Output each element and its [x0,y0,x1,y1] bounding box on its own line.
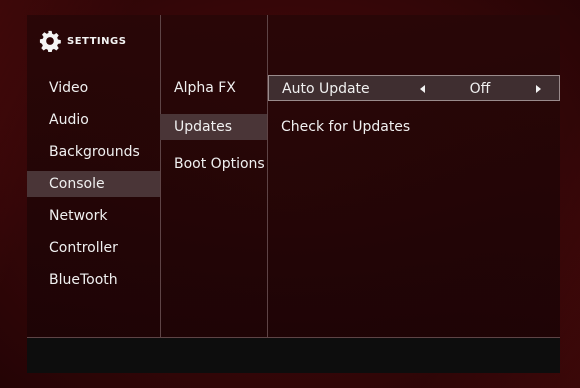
category-item-label: Controller [49,240,118,256]
subcategory-item-alpha-fx[interactable]: Alpha FX [160,75,267,101]
category-item-bluetooth[interactable]: BlueTooth [27,267,160,293]
category-item-label: Audio [49,112,89,128]
column-divider-2 [267,15,268,337]
auto-update-label: Auto Update [282,81,370,97]
arrow-left-icon[interactable] [420,85,425,93]
category-item-label: BlueTooth [49,272,118,288]
page-title: SETTINGS [67,35,127,47]
subcategory-item-label: Updates [174,119,232,135]
category-item-console[interactable]: Console [27,171,160,197]
category-item-network[interactable]: Network [27,203,160,229]
subcategory-item-label: Alpha FX [174,80,236,96]
auto-update-value: Off [469,81,491,97]
subcategory-item-label: Boot Options [174,156,265,172]
category-item-label: Video [49,80,89,96]
settings-panel: SETTINGS Video Audio Backgrounds Console… [27,15,560,373]
subcategory-item-updates[interactable]: Updates [160,114,267,140]
gear-icon [39,30,61,52]
subcategory-item-boot-options[interactable]: Boot Options [160,151,267,177]
category-item-audio[interactable]: Audio [27,107,160,133]
category-item-controller[interactable]: Controller [27,235,160,261]
category-item-backgrounds[interactable]: Backgrounds [27,139,160,165]
footer-bar [27,337,560,373]
check-for-updates-label: Check for Updates [281,119,411,135]
auto-update-option[interactable]: Auto Update Off [268,75,560,101]
check-for-updates-option[interactable]: Check for Updates [268,114,560,140]
category-item-video[interactable]: Video [27,75,160,101]
category-item-label: Network [49,208,108,224]
category-item-label: Backgrounds [49,144,140,160]
arrow-right-icon[interactable] [536,85,541,93]
settings-header: SETTINGS [39,29,126,53]
category-item-label: Console [49,176,105,192]
